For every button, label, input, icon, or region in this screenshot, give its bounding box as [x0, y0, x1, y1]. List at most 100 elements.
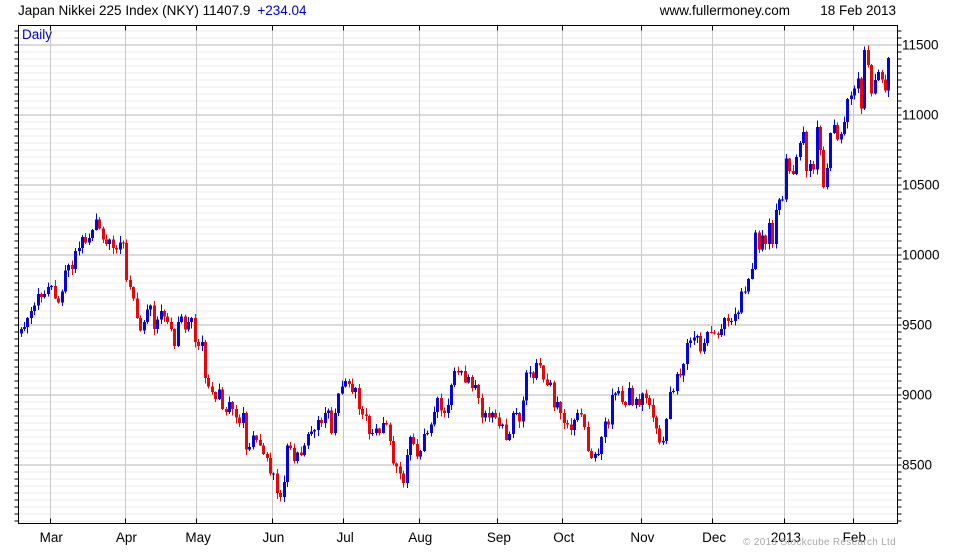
- candle-up: [375, 424, 378, 435]
- candle-down: [590, 448, 593, 459]
- candle-up: [23, 322, 26, 331]
- grid-minor: [19, 31, 897, 521]
- candle-down: [822, 146, 825, 188]
- candle-down: [546, 374, 549, 386]
- candle-down: [860, 77, 863, 114]
- candle-down: [498, 413, 501, 429]
- candle-up: [327, 409, 330, 419]
- candle-up: [799, 141, 802, 161]
- candle-up: [706, 331, 709, 346]
- x-tick-label: Jun: [262, 530, 284, 545]
- candle-down: [266, 452, 269, 462]
- candle-up: [693, 331, 696, 345]
- candle-down: [771, 220, 774, 248]
- candle-up: [676, 372, 679, 394]
- candle-down: [204, 340, 207, 383]
- candle-down: [112, 235, 115, 253]
- candle-up: [81, 235, 84, 253]
- candle-up: [556, 397, 559, 410]
- candle-up: [467, 374, 470, 383]
- candle-down: [494, 410, 497, 420]
- candle-down: [440, 394, 443, 417]
- candle-down: [624, 401, 627, 407]
- candle-down: [867, 45, 870, 67]
- candle-down: [699, 333, 702, 354]
- candle-up: [747, 278, 750, 294]
- candle-down: [115, 245, 118, 253]
- candle-up: [635, 397, 638, 408]
- price-chart: 85009000950010000105001100011500MarAprMa…: [0, 0, 980, 560]
- candle-up: [406, 449, 409, 488]
- candle-up: [296, 452, 299, 464]
- candle-up: [754, 230, 757, 270]
- candle-up: [337, 393, 340, 416]
- candle-up: [26, 317, 29, 334]
- candle-up: [672, 388, 675, 393]
- copyright-notice: © 2013 Stockcube Research Ltd: [743, 537, 896, 548]
- candle-up: [614, 392, 617, 400]
- candle-up: [720, 324, 723, 337]
- website-label: www.fullermoney.com: [660, 3, 790, 18]
- x-tick-label: Jul: [336, 530, 353, 545]
- candle-up: [846, 98, 849, 128]
- candle-down: [881, 70, 884, 83]
- candle-up: [242, 407, 245, 428]
- x-tick-label: Sep: [487, 530, 511, 545]
- candle-down: [289, 442, 292, 450]
- candle-up: [734, 307, 737, 325]
- candle-down: [812, 161, 815, 174]
- candle-up: [484, 410, 487, 421]
- candle-up: [723, 317, 726, 336]
- candle-up: [816, 121, 819, 175]
- chart-border: [19, 26, 898, 524]
- candle-up: [313, 429, 316, 438]
- candle-down: [559, 401, 562, 420]
- candle-down: [98, 217, 101, 230]
- candle-down: [221, 387, 224, 410]
- candle-down: [518, 412, 521, 428]
- candle-down: [758, 231, 761, 253]
- y-tick-label: 10500: [902, 178, 940, 193]
- candle-up: [149, 304, 152, 316]
- candle-up: [491, 412, 494, 423]
- candle-up: [597, 448, 600, 455]
- candle-down: [505, 419, 508, 441]
- candle-up: [78, 242, 81, 256]
- y-tick-label: 11000: [902, 108, 939, 123]
- candle-up: [156, 317, 159, 334]
- candle-down: [621, 386, 624, 404]
- candle-up: [785, 154, 788, 202]
- candle-down: [553, 380, 556, 411]
- candle-down: [389, 422, 392, 444]
- axis-ticks: [15, 26, 902, 524]
- x-tick-label: Aug: [408, 530, 432, 545]
- candle-up: [88, 233, 91, 244]
- x-tick-label: Mar: [40, 530, 64, 545]
- candle-down: [542, 365, 545, 383]
- candle-up: [874, 74, 877, 94]
- candle-down: [638, 394, 641, 407]
- candle-down: [122, 241, 125, 249]
- candle-down: [245, 412, 248, 455]
- candle-down: [679, 369, 682, 378]
- candle-down: [365, 408, 368, 421]
- candle-up: [190, 317, 193, 329]
- candle-down: [211, 382, 214, 395]
- candle-down: [464, 365, 467, 383]
- candle-down: [648, 395, 651, 409]
- y-tick-label: 9000: [902, 388, 932, 403]
- candle-up: [180, 314, 183, 323]
- candle-up: [95, 213, 98, 230]
- y-tick-label: 8500: [902, 458, 932, 473]
- candle-down: [207, 375, 210, 389]
- candle-down: [477, 384, 480, 404]
- candle-down: [361, 406, 364, 419]
- candle-up: [573, 419, 576, 436]
- candlesticks: [20, 45, 890, 502]
- candle-up: [669, 386, 672, 419]
- y-tick-label: 11500: [902, 38, 939, 53]
- candle-up: [303, 443, 306, 456]
- x-tick-label: Nov: [630, 530, 654, 545]
- candle-up: [286, 444, 289, 487]
- candle-down: [235, 405, 238, 423]
